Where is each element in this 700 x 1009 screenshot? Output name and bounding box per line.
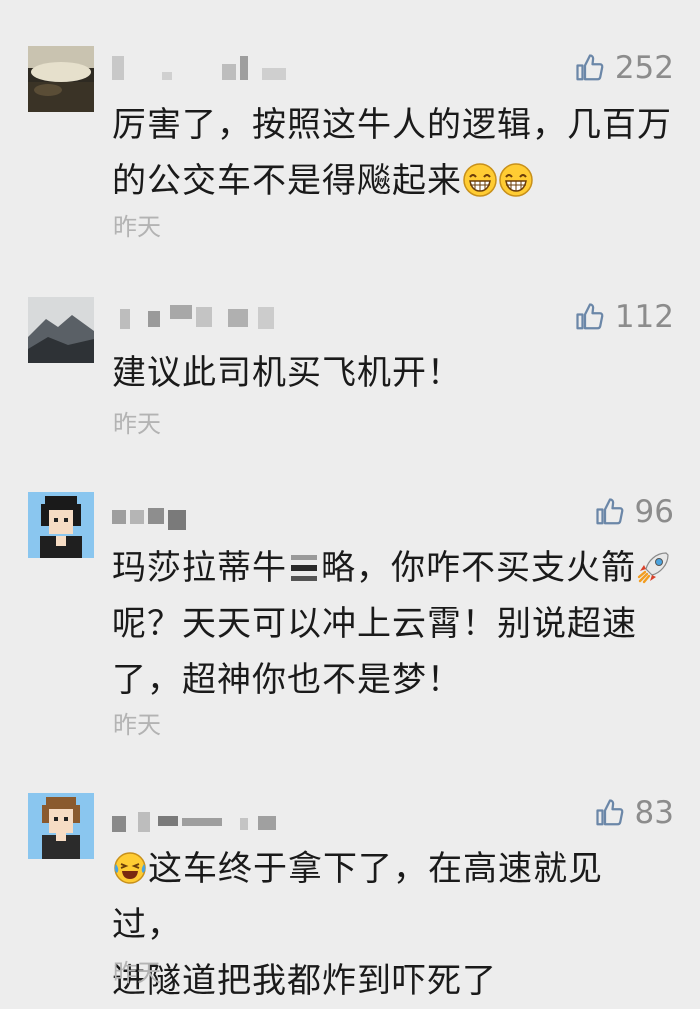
avatar[interactable]	[28, 297, 94, 363]
like-button[interactable]: 96	[595, 492, 674, 532]
rocket-emoji	[636, 549, 672, 585]
comment-line: 的公交车不是得飚起来	[112, 153, 672, 209]
comment-line-text: 略，你咋不买支火箭	[321, 548, 636, 588]
comment-time: 昨天	[113, 410, 161, 438]
comment-line: 玛莎拉蒂牛 略，你咋不买支火箭	[112, 540, 672, 596]
like-count: 96	[634, 494, 674, 530]
username-blurred[interactable]	[112, 303, 302, 333]
comment-time: 昨天	[113, 711, 161, 739]
comment-line: 建议此司机买飞机开！	[112, 353, 462, 393]
laughing-crying-emoji	[112, 850, 148, 886]
username-blurred[interactable]	[112, 806, 302, 836]
avatar[interactable]	[28, 46, 94, 112]
thumbs-up-icon	[595, 798, 625, 828]
username-blurred[interactable]	[112, 54, 302, 84]
comment-line-text: 的公交车不是得飚起来	[112, 161, 462, 201]
comment-line: 进隧道把我都炸到吓死了	[112, 961, 497, 1001]
grinning-emoji	[462, 162, 498, 198]
like-count: 252	[614, 50, 674, 86]
comment-line: 呢？天天可以冲上云霄！别说超速	[112, 604, 637, 644]
avatar[interactable]	[28, 492, 94, 558]
like-button[interactable]: 252	[575, 48, 674, 88]
comment-time: 昨天	[113, 213, 161, 241]
comment-line-text: 玛莎拉蒂牛	[112, 548, 287, 588]
thumbs-up-icon	[575, 302, 605, 332]
comment-text: 厉害了，按照这牛人的逻辑，几百万 的公交车不是得飚起来	[112, 97, 672, 209]
censored-word	[287, 551, 321, 585]
like-count: 112	[614, 299, 674, 335]
grinning-emoji	[498, 162, 534, 198]
comment-line: 厉害了，按照这牛人的逻辑，几百万	[112, 105, 672, 145]
comment-line: 这车终于拿下了，在高速就见过，	[112, 841, 672, 953]
comment-text: 建议此司机买飞机开！	[112, 345, 672, 401]
comment-text: 这车终于拿下了，在高速就见过， 进隧道把我都炸到吓死了	[112, 841, 672, 1009]
comment-text: 玛莎拉蒂牛 略，你咋不买支火箭 呢？天天可以冲上云霄！别说超速 了，超神你也不是梦…	[112, 540, 672, 708]
comment-line: 了，超神你也不是梦！	[112, 660, 462, 700]
like-button[interactable]: 112	[575, 297, 674, 337]
avatar[interactable]	[28, 793, 94, 859]
thumbs-up-icon	[595, 497, 625, 527]
comment-time: 昨天	[113, 959, 161, 987]
comment-line-text: 这车终于拿下了，在高速就见过，	[112, 849, 603, 945]
username-blurred[interactable]	[112, 500, 302, 530]
thumbs-up-icon	[575, 53, 605, 83]
like-button[interactable]: 83	[595, 793, 674, 833]
like-count: 83	[634, 795, 674, 831]
